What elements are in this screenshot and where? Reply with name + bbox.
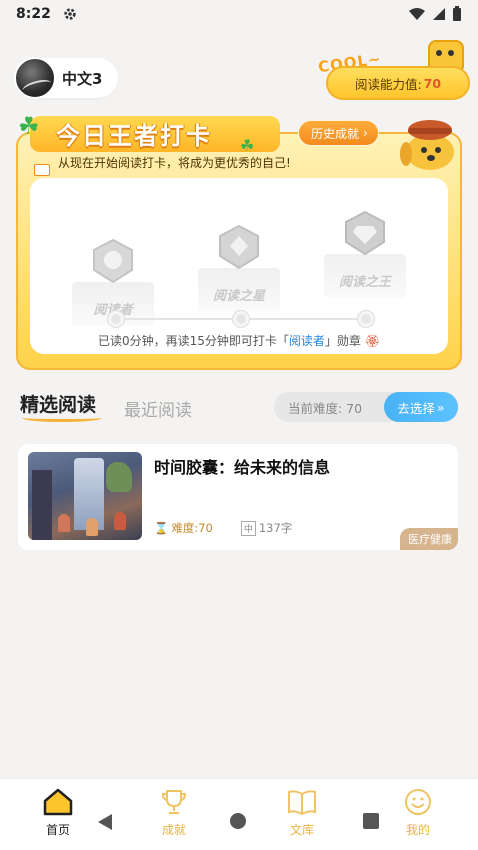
difficulty-bar: 当前难度: 70 去选择 » bbox=[274, 392, 458, 422]
book-icon bbox=[34, 164, 50, 176]
progress-dot bbox=[108, 311, 124, 327]
wifi-icon bbox=[409, 8, 425, 20]
article-wordcount: 中 137字 bbox=[240, 520, 293, 536]
hourglass-icon: ⌛ bbox=[154, 521, 169, 535]
tab-featured-reading[interactable]: 精选阅读 bbox=[20, 390, 96, 417]
article-title: 时间胶囊：给未来的信息 bbox=[154, 458, 331, 477]
nav-library[interactable]: 文库 bbox=[272, 787, 332, 838]
article-thumbnail bbox=[28, 452, 142, 540]
article-difficulty: ⌛ 难度:70 bbox=[154, 520, 213, 536]
clover-icon: ☘ bbox=[18, 112, 40, 140]
article-meta: ⌛ 难度:70 中 137字 bbox=[154, 520, 292, 536]
tab-recent-reading[interactable]: 最近阅读 bbox=[124, 396, 192, 421]
clover-icon: ☘ bbox=[240, 136, 255, 155]
book-icon bbox=[288, 790, 316, 815]
nav-mine[interactable]: 我的 bbox=[388, 787, 448, 838]
signal-icon bbox=[433, 8, 445, 20]
badge-reading-star: 阅读之星 bbox=[198, 224, 280, 312]
hint-highlight: 阅读者 bbox=[288, 334, 325, 348]
dog-mascot-icon bbox=[400, 120, 454, 170]
nav-achievements[interactable]: 成就 bbox=[144, 787, 204, 838]
double-arrow-icon: » bbox=[436, 399, 445, 415]
history-button-label: 历史成就 bbox=[311, 126, 360, 141]
choose-difficulty-button[interactable]: 去选择 » bbox=[384, 392, 458, 422]
trophy-icon bbox=[161, 790, 187, 814]
medal-icon bbox=[219, 224, 259, 270]
battery-icon bbox=[453, 6, 461, 21]
gear-icon bbox=[64, 8, 76, 20]
user-chip[interactable]: 中文3 bbox=[14, 57, 119, 99]
ability-label: 阅读能力值: bbox=[354, 76, 422, 92]
ability-pill[interactable]: 阅读能力值: 70 bbox=[326, 66, 470, 100]
tab-underline bbox=[22, 414, 102, 422]
choose-button-label: 去选择 bbox=[397, 400, 435, 416]
nav-mine-label: 我的 bbox=[405, 823, 430, 837]
badge-label: 阅读之王 bbox=[338, 275, 391, 290]
progress-dot bbox=[233, 311, 249, 327]
badge-label: 阅读之星 bbox=[212, 289, 265, 304]
progress-dot bbox=[358, 311, 374, 327]
status-bar: 8:22 bbox=[0, 0, 478, 28]
banner-title: 今日王者打卡 bbox=[56, 122, 212, 150]
smile-icon bbox=[405, 789, 431, 815]
nav-library-label: 文库 bbox=[289, 823, 314, 837]
word-count-icon: 中 bbox=[240, 520, 256, 536]
ability-value: 70 bbox=[423, 75, 442, 91]
system-home-button[interactable] bbox=[229, 812, 247, 830]
article-card[interactable]: 时间胶囊：给未来的信息 ⌛ 难度:70 中 137字 医疗健康 bbox=[18, 444, 458, 550]
hint-suffix: 」勋章 bbox=[324, 334, 361, 348]
system-back-button[interactable] bbox=[96, 812, 114, 832]
medal-icon bbox=[345, 210, 385, 256]
article-category-tag: 医疗健康 bbox=[400, 528, 458, 550]
home-icon bbox=[43, 788, 73, 816]
chevron-right-icon: › bbox=[363, 126, 368, 140]
status-time: 8:22 bbox=[16, 6, 51, 22]
avatar[interactable] bbox=[14, 57, 56, 99]
nav-achievements-label: 成就 bbox=[161, 823, 186, 837]
article-difficulty-text: 难度:70 bbox=[171, 521, 213, 535]
user-name: 中文3 bbox=[62, 69, 103, 88]
system-recents-button[interactable] bbox=[362, 812, 380, 830]
badge-progress-card: 阅读者 阅读之星 阅读之王 已读0分钟，再读15分钟即可打卡「阅读者」勋章 🏵 bbox=[30, 178, 448, 354]
history-achievements-button[interactable]: 历史成就 › bbox=[298, 120, 379, 146]
checkin-hint: 已读0分钟，再读15分钟即可打卡「阅读者」勋章 🏵 bbox=[30, 332, 448, 349]
medal-icon bbox=[93, 238, 133, 284]
difficulty-label: 当前难度: 70 bbox=[288, 400, 363, 416]
checkin-banner: ☘ ☘ 今日王者打卡 历史成就 › 从现在开始阅读打卡，将成为更优秀的自己! 阅… bbox=[16, 112, 462, 372]
badge-reading-king: 阅读之王 bbox=[324, 210, 406, 298]
nav-home[interactable]: 首页 bbox=[28, 787, 88, 838]
medal-small-icon: 🏵 bbox=[364, 334, 380, 348]
article-words-text: 137字 bbox=[258, 521, 293, 535]
hint-prefix: 已读0分钟，再读15分钟即可打卡「 bbox=[98, 334, 289, 348]
nav-home-label: 首页 bbox=[45, 823, 70, 837]
banner-subtitle: 从现在开始阅读打卡，将成为更优秀的自己! bbox=[58, 156, 291, 170]
